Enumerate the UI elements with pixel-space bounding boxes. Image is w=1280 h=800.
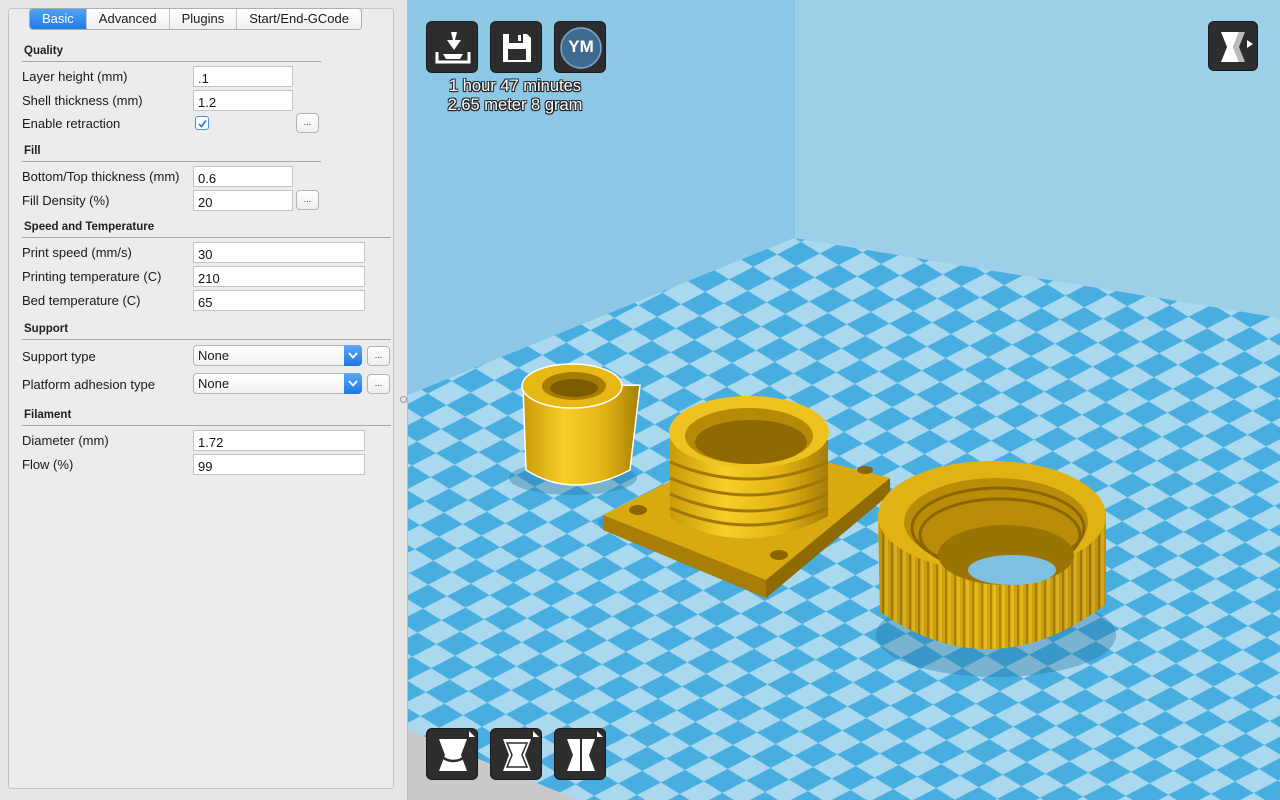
rotate-icon — [439, 731, 475, 771]
bottom-top-thickness-input[interactable] — [193, 166, 293, 187]
print-speed-label: Print speed (mm/s) — [22, 245, 132, 260]
flow-label: Flow (%) — [22, 457, 74, 472]
platform-adhesion-more-button[interactable]: ... — [367, 374, 390, 394]
enable-retraction-label: Enable retraction — [22, 116, 121, 131]
section-title-support: Support — [24, 323, 69, 335]
3d-viewport[interactable]: YM 1 hour 47 minutes 2.65 meter 8 gram — [408, 0, 1280, 800]
platform-adhesion-select[interactable]: None — [193, 373, 362, 394]
rotate-tool-button[interactable] — [426, 728, 478, 780]
printing-temperature-label: Printing temperature (C) — [22, 269, 162, 284]
flow-input[interactable] — [193, 454, 365, 475]
printing-temperature-input[interactable] — [193, 266, 365, 287]
mirror-icon — [567, 731, 603, 773]
print-speed-input[interactable] — [193, 242, 365, 263]
section-divider — [22, 237, 391, 238]
platform-adhesion-label: Platform adhesion type — [22, 377, 155, 392]
model-knurled-nut[interactable] — [876, 461, 1116, 677]
section-divider — [22, 161, 321, 162]
panel-splitter-handle[interactable] — [400, 396, 407, 403]
diameter-label: Diameter (mm) — [22, 433, 109, 448]
fill-density-label: Fill Density (%) — [22, 193, 110, 208]
model-tapered-sleeve[interactable] — [509, 363, 641, 495]
section-title-fill: Fill — [24, 145, 41, 157]
section-divider — [22, 425, 391, 426]
build-volume-scene[interactable] — [408, 0, 1280, 800]
scale-icon — [503, 731, 539, 771]
section-title-quality: Quality — [24, 45, 63, 57]
load-model-icon — [435, 32, 471, 64]
layer-height-label: Layer height (mm) — [22, 69, 128, 84]
layer-height-input[interactable] — [193, 66, 293, 87]
save-floppy-icon — [503, 34, 531, 62]
ym-plugin-button[interactable]: YM — [554, 21, 606, 73]
scale-tool-button[interactable] — [490, 728, 542, 780]
support-type-more-button[interactable]: ... — [367, 346, 390, 366]
retraction-more-button[interactable]: ... — [296, 113, 319, 133]
view-mode-icon — [1221, 32, 1253, 62]
platform-adhesion-value: None — [198, 376, 230, 391]
mirror-tool-button[interactable] — [554, 728, 606, 780]
bottom-top-thickness-label: Bottom/Top thickness (mm) — [22, 169, 180, 184]
fill-density-input[interactable] — [193, 190, 293, 211]
fill-density-more-button[interactable]: ... — [296, 190, 319, 210]
bed-temperature-label: Bed temperature (C) — [22, 293, 141, 308]
tab-basic[interactable]: Basic — [30, 9, 87, 29]
settings-tabs: Basic Advanced Plugins Start/End-GCode — [29, 8, 362, 30]
section-title-filament: Filament — [24, 409, 72, 421]
chevron-down-icon — [344, 373, 362, 394]
load-model-button[interactable] — [426, 21, 478, 73]
bed-temperature-input[interactable] — [193, 290, 365, 311]
checkmark-icon — [198, 119, 207, 128]
ym-label: YM — [568, 37, 594, 56]
section-divider — [22, 61, 321, 62]
diameter-input[interactable] — [193, 430, 365, 451]
save-gcode-button[interactable] — [490, 21, 542, 73]
support-type-label: Support type — [22, 349, 96, 364]
print-stats: 1 hour 47 minutes 2.65 meter 8 gram — [440, 77, 590, 115]
tab-plugins[interactable]: Plugins — [170, 9, 238, 29]
support-type-value: None — [198, 348, 230, 363]
shell-thickness-input[interactable] — [193, 90, 293, 111]
print-time: 1 hour 47 minutes — [448, 77, 582, 95]
settings-panel: Basic Advanced Plugins Start/End-GCode Q… — [0, 0, 408, 800]
enable-retraction-checkbox[interactable] — [195, 116, 209, 130]
print-material: 2.65 meter 8 gram — [447, 96, 583, 114]
view-mode-button[interactable] — [1208, 21, 1258, 71]
tab-start-end-gcode[interactable]: Start/End-GCode — [237, 9, 361, 29]
section-title-speed-temperature: Speed and Temperature — [24, 221, 155, 233]
chevron-down-icon — [344, 345, 362, 366]
support-type-select[interactable]: None — [193, 345, 362, 366]
tab-advanced[interactable]: Advanced — [87, 9, 170, 29]
shell-thickness-label: Shell thickness (mm) — [22, 93, 143, 108]
section-divider — [22, 339, 391, 340]
